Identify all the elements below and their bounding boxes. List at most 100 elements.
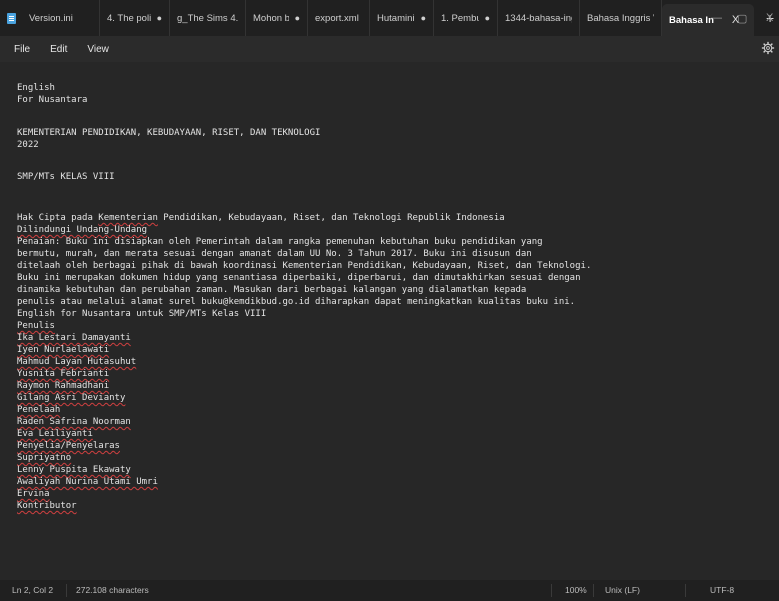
text-segment: English for Nusantara untuk SMP/MTs Kela… [17, 309, 267, 319]
maximize-button[interactable]: ▢ [737, 0, 747, 36]
tab-8[interactable]: 1344-bahasa-ing [498, 0, 580, 36]
tab-label: 1344-bahasa-ing [505, 12, 572, 24]
text-line: ditelaah oleh berbagai pihak di bawah ko… [17, 260, 591, 272]
tab-label: g_The Sims 4.ini [177, 12, 238, 24]
text-line: Buku ini merupakan dokumen hidup yang se… [17, 272, 581, 284]
unsaved-dot-icon: ● [294, 13, 300, 23]
misspelled-text: Kementerian [98, 213, 158, 223]
text-line: SMP/MTs KELAS VIII [17, 171, 115, 183]
tab-3[interactable]: g_The Sims 4.ini [170, 0, 246, 36]
text-line: English [17, 82, 55, 94]
tab-label: export.xml [315, 12, 359, 24]
text-line: 2022 [17, 139, 39, 151]
tab-5[interactable]: export.xml [308, 0, 370, 36]
tab-label: Bahasa Inggris V [587, 12, 654, 24]
misspelled-text: Kontributor [17, 501, 77, 511]
minimize-button[interactable]: — [711, 0, 722, 36]
misspelled-text: Yusnita Febrianti [17, 369, 110, 379]
text-line: KEMENTERIAN PENDIDIKAN, KEBUDAYAAN, RISE… [17, 127, 320, 139]
text-line: Ika Lestari Damayanti [17, 332, 131, 344]
misspelled-text: Supriyatno [17, 453, 72, 463]
misspelled-text: Lenny Puspita Ekawaty [17, 465, 131, 475]
text-line: Eva Leiliyanti [17, 428, 93, 440]
tab-9[interactable]: Bahasa Inggris V [580, 0, 662, 36]
text-segment: English [17, 83, 55, 93]
unsaved-dot-icon: ● [484, 13, 490, 23]
text-segment: Penaian: Buku ini disiapkan oleh Pemerin… [17, 237, 543, 247]
gear-icon[interactable] [761, 41, 775, 55]
text-segment: dinamika kebutuhan dan perubahan zaman. … [17, 285, 527, 295]
text-line: Hak Cipta pada Kementerian Pendidikan, K… [17, 212, 505, 224]
misspelled-text: Gilang Asri Devianty [17, 393, 126, 403]
notepad-icon [7, 12, 16, 24]
tab-label: Bahasa In [669, 14, 714, 26]
menu-view[interactable]: View [87, 44, 109, 55]
text-line: Ervina [17, 488, 50, 500]
menu-edit[interactable]: Edit [50, 44, 67, 55]
status-divider [593, 584, 594, 597]
text-segment: bermutu, murah, dan merata sesuai dengan… [17, 249, 532, 259]
menu-bar: File Edit View [0, 36, 779, 62]
text-segment: For Nusantara [17, 95, 88, 105]
text-segment: penulis atau melalui alamat surel buku@k… [17, 297, 576, 307]
status-divider [685, 584, 686, 597]
encoding[interactable]: UTF-8 [710, 580, 734, 601]
text-segment: Pendidikan, Kebudayaan, Riset, dan Tekno… [157, 213, 505, 223]
close-window-button[interactable]: X [766, 0, 773, 36]
cursor-position[interactable]: Ln 2, Col 2 [12, 580, 53, 601]
text-segment: SMP/MTs KELAS VIII [17, 172, 115, 182]
tab-6[interactable]: Hutaminin ● [370, 0, 434, 36]
tab-label: Hutaminin [377, 12, 415, 24]
text-line: Penyelia/Penyelaras [17, 440, 120, 452]
tab-2[interactable]: 4. The poli ● [100, 0, 170, 36]
text-line: Supriyatno [17, 452, 71, 464]
text-editor[interactable]: English For Nusantara KEMENTERIAN PENDIDIK… [0, 62, 779, 580]
misspelled-text: Iyen Nurlaelawati [17, 345, 110, 355]
text-line: Gilang Asri Devianty [17, 392, 125, 404]
text-segment: Buku ini merupakan dokumen hidup yang se… [17, 273, 581, 283]
misspelled-text: Penulis [17, 321, 55, 331]
status-divider [551, 584, 552, 597]
misspelled-text: Eva Leiliyanti [17, 429, 93, 439]
status-divider [66, 584, 67, 597]
menu-file[interactable]: File [14, 44, 30, 55]
zoom-level[interactable]: 100% [565, 580, 587, 601]
text-segment: ditelaah oleh berbagai pihak di bawah ko… [17, 261, 592, 271]
text-segment: Hak Cipta pada [17, 213, 99, 223]
text-line: Mahmud Layan Hutasuhut [17, 356, 136, 368]
misspelled-text: Penyelia/Penyelaras [17, 441, 120, 451]
text-line: English for Nusantara untuk SMP/MTs Kela… [17, 308, 266, 320]
tab-1[interactable]: Version.ini [22, 0, 100, 36]
character-count: 272.108 characters [76, 585, 149, 595]
text-line: Dilindungi Undang-Undang [17, 224, 147, 236]
text-line: Raymon Rahmadhani [17, 380, 109, 392]
status-bar: Ln 2, Col 2 272.108 characters 100% Unix… [0, 580, 779, 601]
tab-label: 4. The poli [107, 12, 151, 24]
misspelled-text: Mahmud Layan Hutasuhut [17, 357, 137, 367]
line-ending[interactable]: Unix (LF) [605, 580, 640, 601]
misspelled-text: Penelaah [17, 405, 61, 415]
misspelled-text: Raymon Rahmadhani [17, 381, 110, 391]
text-line: penulis atau melalui alamat surel buku@k… [17, 296, 575, 308]
tab-label: Mohon be [253, 12, 289, 24]
text-line: Awaliyah Nurina Utami Umri [17, 476, 158, 488]
text-line: Yusnita Febrianti [17, 368, 109, 380]
text-line: Raden Safrina Noorman [17, 416, 131, 428]
text-line: dinamika kebutuhan dan perubahan zaman. … [17, 284, 526, 296]
tab-label: Version.ini [29, 12, 73, 24]
tab-4[interactable]: Mohon be ● [246, 0, 308, 36]
text-line: bermutu, murah, dan merata sesuai dengan… [17, 248, 532, 260]
tab-7[interactable]: 1. Pembuat ● [434, 0, 498, 36]
misspelled-text: Awaliyah Nurina Utami Umri [17, 477, 158, 487]
misspelled-text: Ervina [17, 489, 50, 499]
text-line: Penulis [17, 320, 55, 332]
misspelled-text: Dilindungi Undang-Undang [17, 225, 148, 235]
tab-label: 1. Pembuat [441, 12, 479, 24]
text-segment: KEMENTERIAN PENDIDIKAN, KEBUDAYAAN, RISE… [17, 128, 321, 138]
text-segment: 2022 [17, 140, 39, 150]
unsaved-dot-icon: ● [420, 13, 426, 23]
close-icon: X [766, 12, 774, 24]
tab-bar: Version.ini 4. The poli ● g_The Sims 4.ini M… [0, 0, 779, 36]
text-line: Lenny Puspita Ekawaty [17, 464, 131, 476]
misspelled-text: Ika Lestari Damayanti [17, 333, 131, 343]
